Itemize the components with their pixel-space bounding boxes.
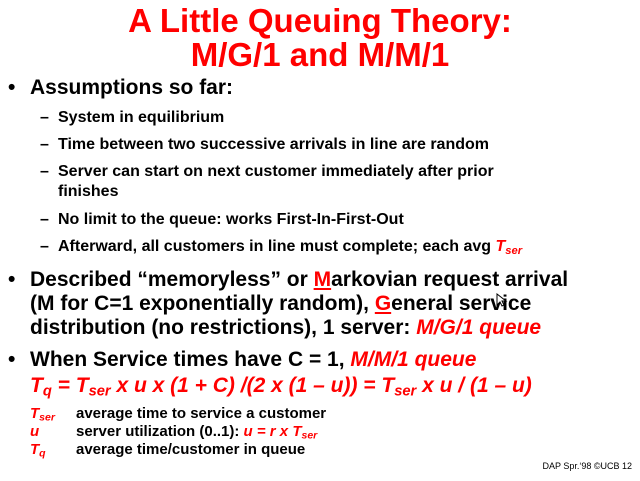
- bullet-dot: •: [8, 76, 16, 99]
- bullet-assumptions-text: Assumptions so far:: [30, 76, 234, 99]
- slide-title: A Little Queuing Theory: M/G/1 and M/M/1: [0, 4, 640, 72]
- bullet-dot: •: [8, 268, 16, 291]
- slide: A Little Queuing Theory: M/G/1 and M/M/1…: [0, 0, 640, 481]
- mm1-formula: Tq = Tser x u x (1 + C) /(2 x (1 – u)) =…: [30, 374, 532, 400]
- bullet-dot: •: [8, 348, 16, 371]
- title-line-2: M/G/1 and M/M/1: [190, 36, 450, 73]
- tser-symbol: Tser: [495, 238, 523, 257]
- slide-footer: DAP Spr.‘98 ©UCB 12: [542, 461, 632, 471]
- mouse-pointer-icon: [496, 293, 508, 307]
- title-line-1: A Little Queuing Theory:: [128, 2, 512, 39]
